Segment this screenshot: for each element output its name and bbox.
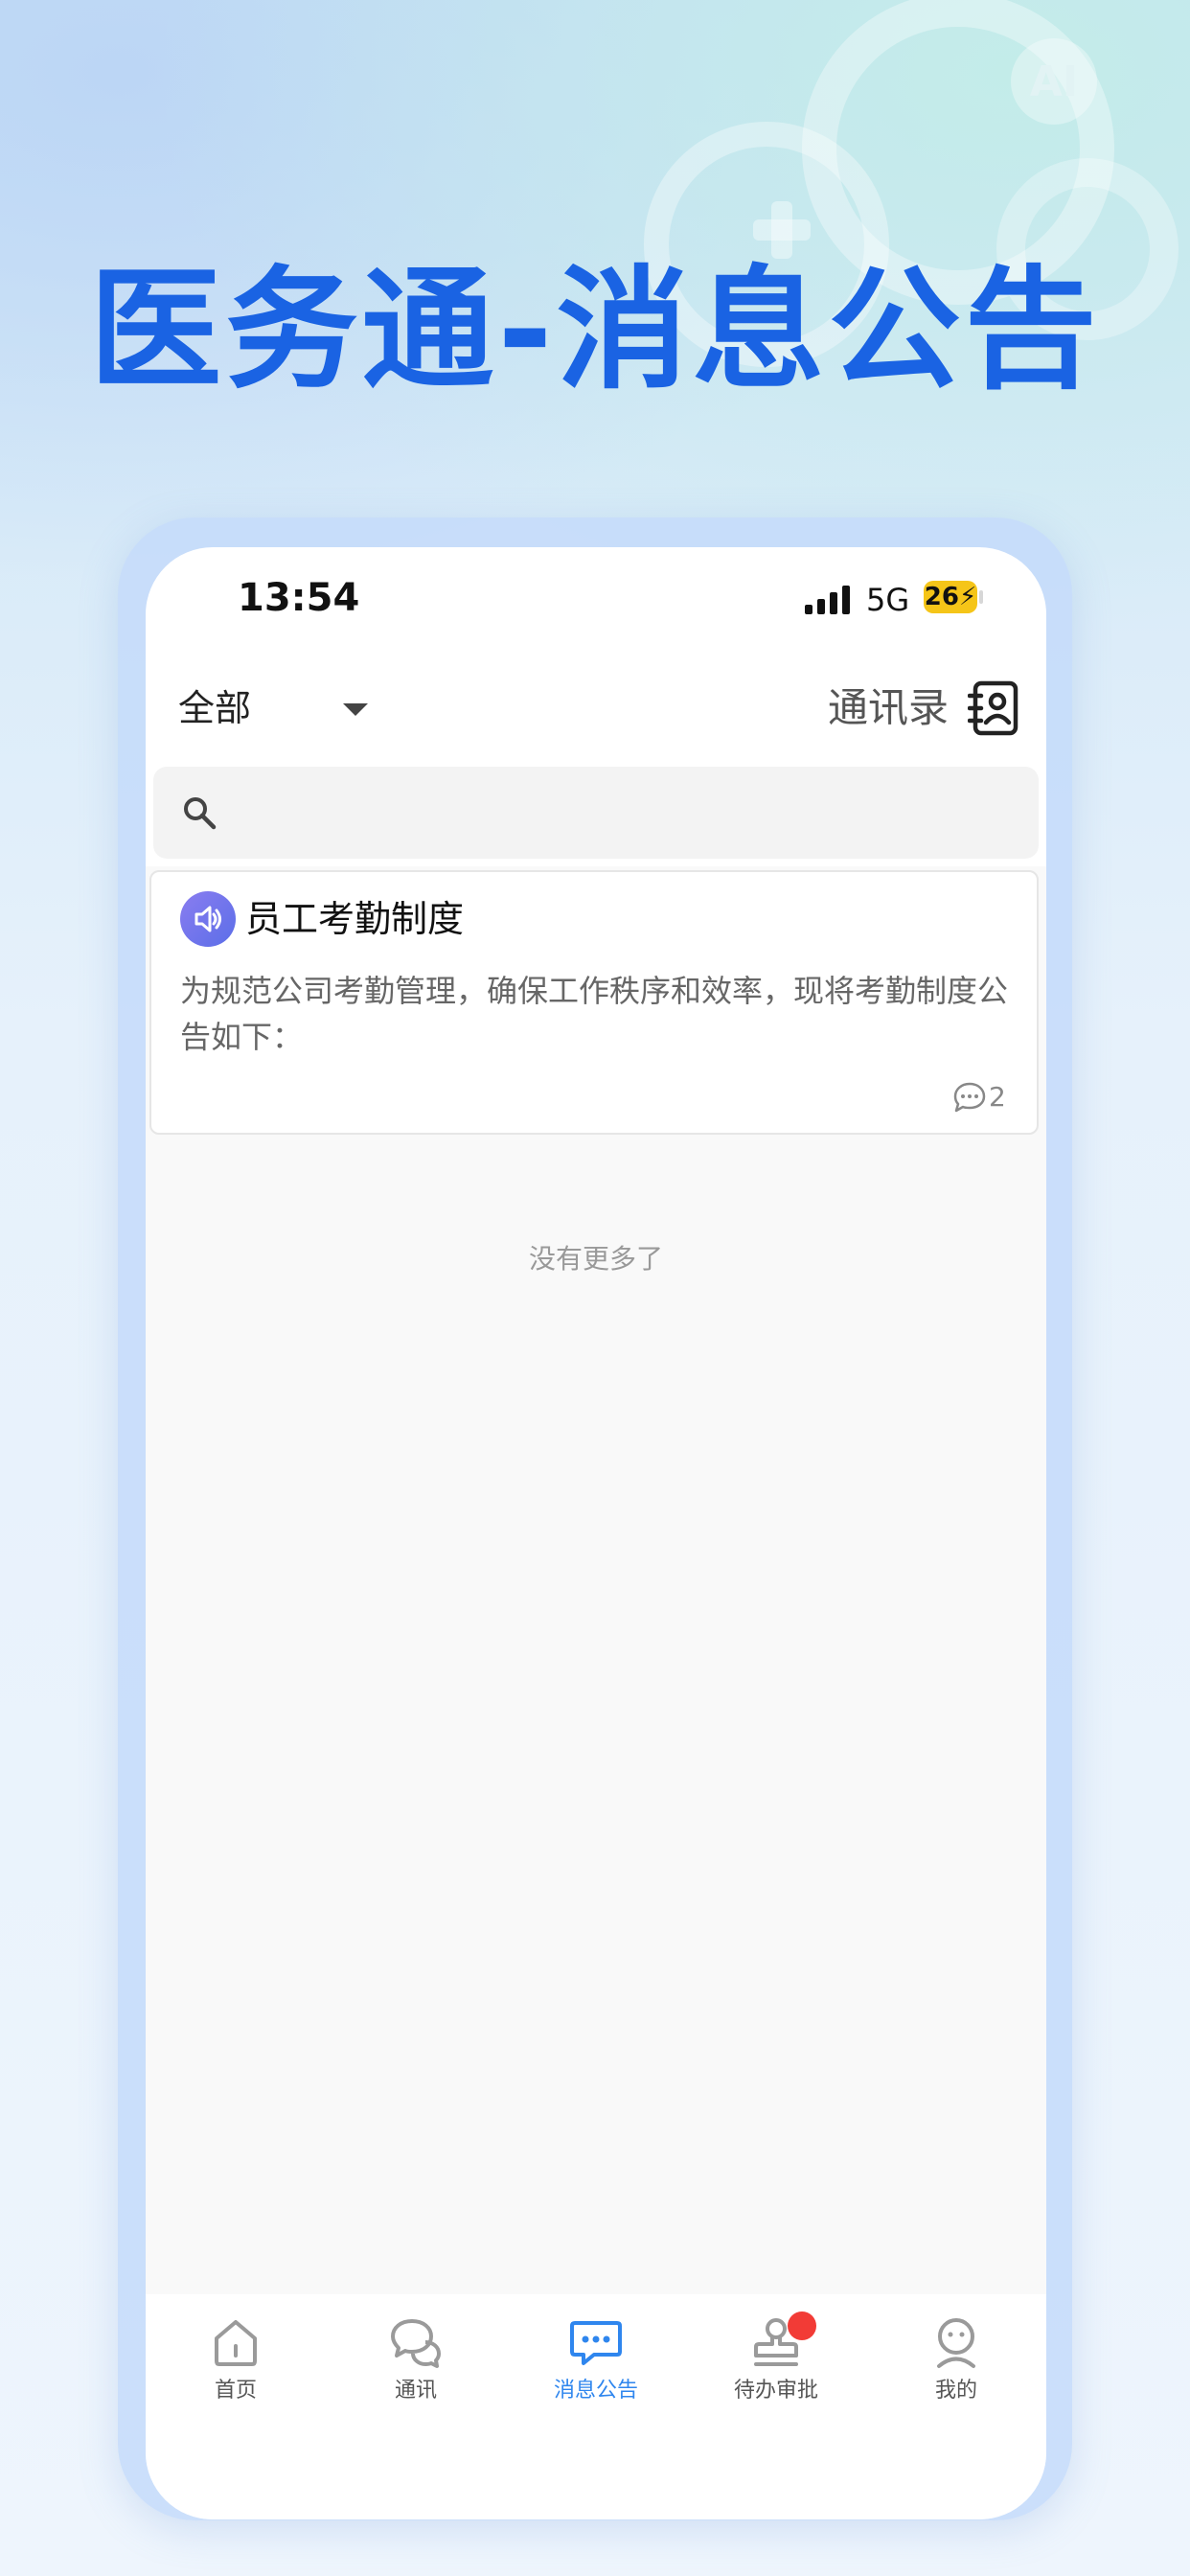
bottom-tab-bar: 首页 通讯 消息公告 待办审批 我的 <box>146 2294 1046 2519</box>
tab-profile[interactable]: 我的 <box>866 2313 1046 2428</box>
announcement-card[interactable]: 员工考勤制度 为规范公司考勤管理，确保工作秩序和效率，现将考勤制度公告如下： 2 <box>149 870 1039 1135</box>
tab-home[interactable]: 首页 <box>146 2313 326 2428</box>
announcement-summary: 为规范公司考勤管理，确保工作秩序和效率，现将考勤制度公告如下： <box>180 973 1009 1055</box>
tab-label: 消息公告 <box>553 2379 638 2403</box>
filter-dropdown-label[interactable]: 全部 <box>178 684 251 732</box>
tab-approvals[interactable]: 待办审批 <box>686 2312 866 2428</box>
tab-label: 待办审批 <box>733 2379 818 2403</box>
page-headline: 医务通-消息公告 <box>89 253 1101 407</box>
status-bar: 13:54 5G 26⚡ <box>146 547 1046 648</box>
tab-label: 通讯 <box>394 2379 437 2403</box>
top-bar: 全部 通讯录 <box>146 648 1046 768</box>
search-icon <box>184 797 217 830</box>
battery-indicator: 26⚡ <box>924 581 977 613</box>
comment-icon <box>953 1082 986 1113</box>
tab-label: 首页 <box>214 2379 257 2403</box>
announcement-icon <box>180 891 236 947</box>
list-end-text: 没有更多了 <box>528 1243 663 1275</box>
status-time: 13:54 <box>238 576 360 620</box>
caret-down-icon[interactable] <box>343 703 368 716</box>
charging-icon: ⚡ <box>958 583 977 611</box>
tab-chat[interactable]: 通讯 <box>326 2313 506 2428</box>
signal-strength-icon <box>805 586 850 614</box>
notification-badge <box>788 2312 816 2340</box>
announcement-title: 员工考勤制度 <box>245 898 465 940</box>
battery-level: 26 <box>924 583 959 611</box>
home-icon <box>215 2320 257 2366</box>
announcement-list: 员工考勤制度 为规范公司考勤管理，确保工作秩序和效率，现将考勤制度公告如下： 2… <box>146 866 1046 2294</box>
comment-count: 2 <box>989 1081 1006 1113</box>
profile-icon <box>937 2318 975 2368</box>
battery-tip <box>979 590 983 604</box>
tab-announcements[interactable]: 消息公告 <box>506 2313 686 2428</box>
chat-bubbles-icon <box>391 2319 441 2368</box>
phone-screen: 13:54 5G 26⚡ 全部 通讯录 员工考勤制度 为规范公司考勤管理，确保工… <box>146 547 1046 2519</box>
search-bar[interactable] <box>153 767 1039 859</box>
network-type: 5G <box>866 582 910 618</box>
address-book-icon[interactable] <box>968 680 1019 736</box>
contacts-link[interactable]: 通讯录 <box>828 684 949 732</box>
ai-logo-text: AI <box>1030 58 1078 106</box>
tab-label: 我的 <box>934 2379 977 2403</box>
message-icon <box>570 2321 622 2365</box>
search-input[interactable] <box>230 786 1019 841</box>
